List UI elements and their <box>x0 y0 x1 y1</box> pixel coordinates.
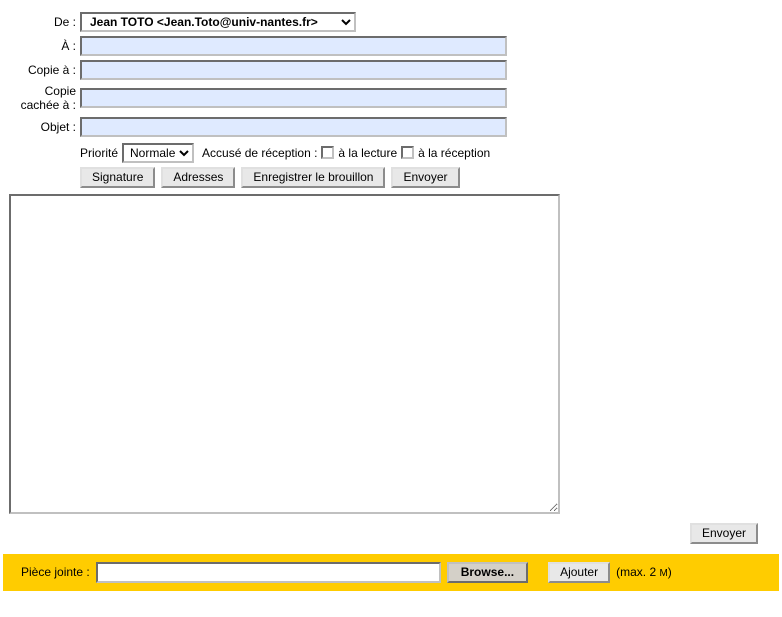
signature-button[interactable]: Signature <box>80 167 155 188</box>
save-draft-button[interactable]: Enregistrer le brouillon <box>241 167 385 188</box>
delivery-receipt-label: à la réception <box>418 146 490 160</box>
read-receipt-label: à la lecture <box>338 146 397 160</box>
addresses-button[interactable]: Adresses <box>161 167 235 188</box>
priority-select[interactable]: Normale <box>122 143 194 163</box>
cc-input[interactable] <box>80 60 507 80</box>
toolbar: Signature Adresses Enregistrer le brouil… <box>80 167 782 188</box>
to-input[interactable] <box>80 36 507 56</box>
cc-label: Copie à : <box>0 63 80 77</box>
from-select[interactable]: Jean TOTO <Jean.Toto@univ-nantes.fr> <box>80 12 356 32</box>
priority-label: Priorité <box>80 146 118 160</box>
send-button-bottom[interactable]: Envoyer <box>690 523 758 544</box>
subject-input[interactable] <box>80 117 507 137</box>
max-size-note: (max. 2 M) <box>616 565 672 579</box>
delivery-receipt-checkbox[interactable] <box>401 146 414 159</box>
message-body[interactable] <box>9 194 560 514</box>
to-label: À : <box>0 39 80 53</box>
read-receipt-checkbox[interactable] <box>321 146 334 159</box>
receipt-label: Accusé de réception : <box>202 146 317 160</box>
browse-button[interactable]: Browse... <box>447 562 528 583</box>
options-row: Priorité Normale Accusé de réception : à… <box>80 143 782 163</box>
bottom-send-row: Envoyer <box>0 517 782 550</box>
add-attachment-button[interactable]: Ajouter <box>548 562 610 583</box>
send-button-top[interactable]: Envoyer <box>391 167 459 188</box>
subject-label: Objet : <box>0 120 80 134</box>
compose-form: De : Jean TOTO <Jean.Toto@univ-nantes.fr… <box>0 12 782 188</box>
bcc-input[interactable] <box>80 88 507 108</box>
bcc-label: Copie cachée à : <box>0 84 80 113</box>
attachment-bar: Pièce jointe : Browse... Ajouter (max. 2… <box>3 554 779 591</box>
attachment-input[interactable] <box>96 562 441 583</box>
from-label: De : <box>0 15 80 29</box>
attachment-label: Pièce jointe : <box>21 565 90 579</box>
